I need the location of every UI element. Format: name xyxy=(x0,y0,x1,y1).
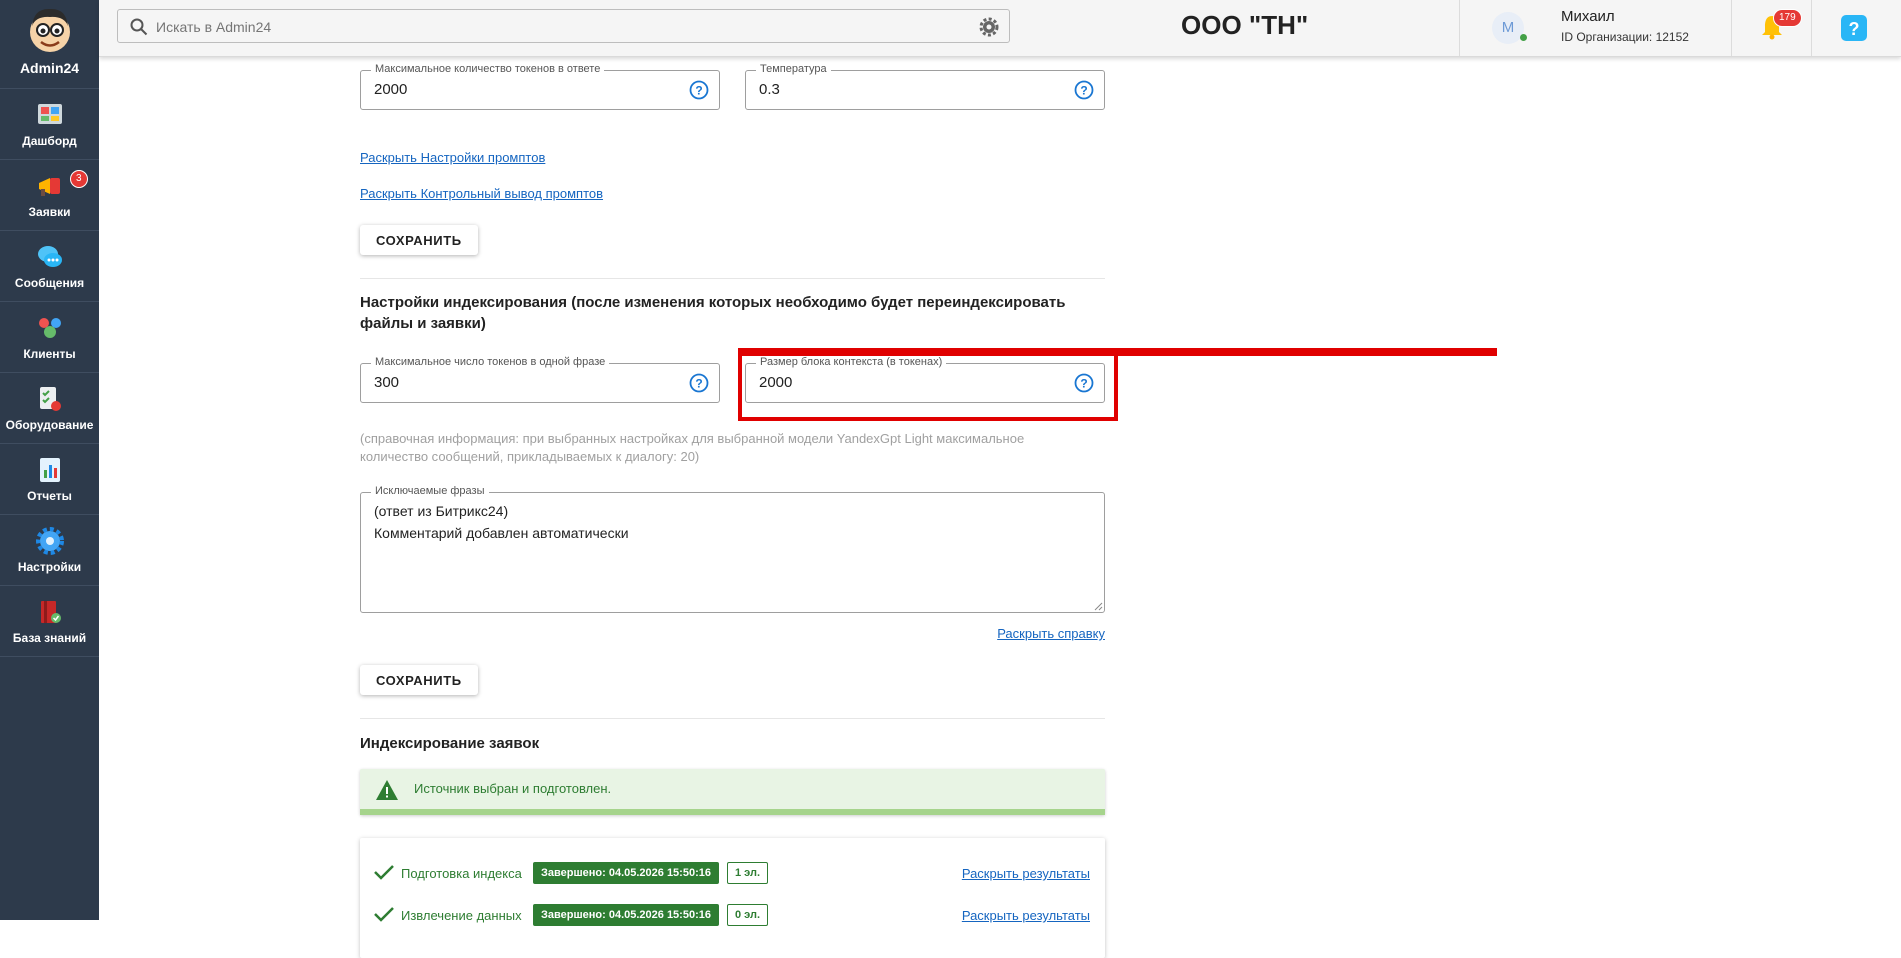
field-label: Исключаемые фразы xyxy=(371,485,489,497)
excluded-phrase-line: Комментарий добавлен автоматически xyxy=(374,525,629,541)
user-name[interactable]: Михаил xyxy=(1561,8,1615,25)
context-block-size-field[interactable]: Размер блока контекста (в токенах) 2000 … xyxy=(745,356,1105,403)
temperature-value[interactable]: 0.3 xyxy=(759,81,780,98)
temperature-field[interactable]: Температура 0.3 ? xyxy=(745,63,1105,110)
svg-text:?: ? xyxy=(695,84,702,98)
save-button[interactable]: СОХРАНИТЬ xyxy=(360,225,478,255)
progress-bar xyxy=(360,809,1105,815)
field-label: Максимальное количество токенов в ответе xyxy=(371,63,605,75)
sidebar-item-label: Клиенты xyxy=(23,346,76,361)
max-phrase-tokens-value[interactable]: 300 xyxy=(374,374,399,391)
field-label: Размер блока контекста (в токенах) xyxy=(756,356,947,368)
help-icon[interactable]: ? xyxy=(1840,14,1868,42)
online-status-dot xyxy=(1520,34,1527,41)
source-status-alert: Источник выбран и подготовлен. xyxy=(360,769,1105,815)
max-tokens-value[interactable]: 2000 xyxy=(374,81,407,98)
save-button-2[interactable]: СОХРАНИТЬ xyxy=(360,665,478,695)
step-count-badge: 0 эл. xyxy=(727,904,769,926)
divider xyxy=(360,718,1105,719)
max-tokens-field[interactable]: Максимальное количество токенов в ответе… xyxy=(360,63,720,110)
sidebar-item-clients[interactable]: Клиенты xyxy=(0,302,99,373)
expand-prompt-output-link[interactable]: Раскрыть Контрольный вывод промптов xyxy=(360,186,603,201)
field-label: Температура xyxy=(756,63,831,75)
app-name: Admin24 xyxy=(19,60,80,76)
divider xyxy=(1811,0,1812,56)
max-phrase-tokens-field[interactable]: Максимальное число токенов в одной фразе… xyxy=(360,356,720,403)
organization-id: ID Организации: 12152 xyxy=(1561,30,1689,44)
sidebar-item-label: Оборудование xyxy=(5,417,94,432)
logo[interactable]: Admin24 xyxy=(0,4,99,89)
step-label: Извлечение данных xyxy=(401,908,522,923)
sidebar-item-label: Дашборд xyxy=(22,133,77,148)
step-count-badge: 1 эл. xyxy=(727,862,769,884)
step-status-badge: Завершено: 04.05.2026 15:50:16 xyxy=(533,862,719,884)
sidebar-item-reports[interactable]: Отчеты xyxy=(0,444,99,515)
help-circle-icon[interactable]: ? xyxy=(1074,80,1094,100)
sidebar-item-label: Сообщения xyxy=(14,275,85,290)
indexing-settings-title: Настройки индексирования (после изменени… xyxy=(360,294,1066,332)
sidebar: Admin24 Дашборд 3 Заявки Сообщения Клиен… xyxy=(0,0,99,920)
gear-icon xyxy=(35,526,64,555)
excluded-phrase-line: (ответ из Битрикс24) xyxy=(374,503,509,519)
expand-results-link[interactable]: Раскрыть результаты xyxy=(962,866,1090,881)
divider xyxy=(1731,0,1732,56)
expand-prompt-settings-link[interactable]: Раскрыть Настройки промптов xyxy=(360,150,545,165)
sidebar-item-label: База знаний xyxy=(12,630,87,645)
dashboard-icon xyxy=(37,103,62,124)
search-settings-gear-icon[interactable] xyxy=(979,17,999,37)
search-input[interactable] xyxy=(154,16,958,38)
sidebar-item-knowledge-base[interactable]: База знаний xyxy=(0,586,99,657)
svg-text:?: ? xyxy=(1080,84,1087,98)
search-box[interactable] xyxy=(117,9,1010,43)
expand-help-link[interactable]: Раскрыть справку xyxy=(997,626,1105,641)
megaphone-icon xyxy=(38,177,60,196)
reference-info-text: (справочная информация: при выбранных на… xyxy=(360,431,1025,464)
divider xyxy=(360,278,1105,279)
search-icon xyxy=(130,18,148,36)
sidebar-item-settings[interactable]: Настройки xyxy=(0,515,99,586)
sidebar-item-label: Заявки xyxy=(28,204,71,219)
step-status-badge: Завершено: 04.05.2026 15:50:16 xyxy=(533,904,719,926)
tickets-count-badge: 3 xyxy=(70,170,88,188)
sidebar-item-dashboard[interactable]: Дашборд xyxy=(0,89,99,160)
svg-text:?: ? xyxy=(1080,377,1087,391)
field-label: Максимальное число токенов в одной фразе xyxy=(371,356,610,368)
equipment-icon xyxy=(39,386,61,411)
check-icon xyxy=(374,865,394,880)
source-status-text: Источник выбран и подготовлен. xyxy=(414,781,612,796)
admin-avatar-icon xyxy=(29,8,70,52)
ticket-indexing-title: Индексирование заявок xyxy=(360,735,540,752)
divider xyxy=(1459,0,1460,56)
sidebar-item-messages[interactable]: Сообщения xyxy=(0,231,99,302)
reports-icon xyxy=(39,457,60,482)
clients-icon xyxy=(38,317,61,338)
sidebar-item-label: Настройки xyxy=(17,559,82,574)
sidebar-item-tickets[interactable]: 3 Заявки xyxy=(0,160,99,231)
help-circle-icon[interactable]: ? xyxy=(689,373,709,393)
help-circle-icon[interactable]: ? xyxy=(1074,373,1094,393)
user-avatar[interactable]: M xyxy=(1492,12,1524,44)
top-bar: ООО "ТН" M Михаил ID Организации: 12152 … xyxy=(99,0,1901,57)
svg-text:?: ? xyxy=(1849,19,1860,39)
step-label: Подготовка индекса xyxy=(401,866,522,881)
indexing-steps-card: Подготовка индекса Завершено: 04.05.2026… xyxy=(360,838,1105,958)
organization-title[interactable]: ООО "ТН" xyxy=(1181,10,1308,41)
svg-text:?: ? xyxy=(695,377,702,391)
help-circle-icon[interactable]: ? xyxy=(689,80,709,100)
sidebar-item-equipment[interactable]: Оборудование xyxy=(0,373,99,444)
sidebar-item-label: Отчеты xyxy=(27,488,72,503)
chat-icon xyxy=(37,245,62,267)
expand-results-link[interactable]: Раскрыть результаты xyxy=(962,908,1090,923)
excluded-phrases-textarea[interactable]: Исключаемые фразы (ответ из Битрикс24) К… xyxy=(360,485,1105,613)
resize-handle-icon[interactable] xyxy=(1094,602,1103,611)
warning-icon xyxy=(376,780,398,800)
context-block-size-value[interactable]: 2000 xyxy=(759,374,792,391)
knowledge-base-icon xyxy=(40,600,61,623)
notifications-count-badge: 179 xyxy=(1773,9,1802,27)
